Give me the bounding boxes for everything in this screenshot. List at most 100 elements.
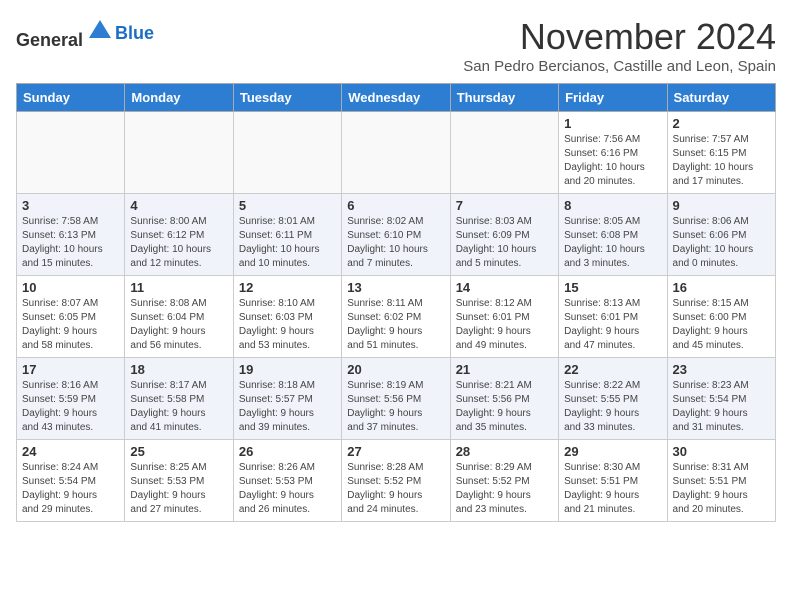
calendar-day-cell: 24 Sunrise: 8:24 AM Sunset: 5:54 PM Dayli… [17,440,125,522]
calendar-day-cell: 26 Sunrise: 8:26 AM Sunset: 5:53 PM Dayli… [233,440,341,522]
day-number: 4 [130,198,227,213]
weekday-header-friday: Friday [559,84,667,112]
day-number: 24 [22,444,119,459]
logo: General Blue [16,16,154,51]
day-info: Sunrise: 8:02 AM Sunset: 6:10 PM Dayligh… [347,215,444,271]
calendar-day-cell: 4Sunrise: 8:00 AM Sunset: 6:12 PM Daylig… [125,194,233,276]
calendar-day-cell: 11 Sunrise: 8:08 AM Sunset: 6:04 PM Dayli… [125,276,233,358]
day-number: 15 [564,280,661,295]
day-number: 27 [347,444,444,459]
calendar-day-cell: 20 Sunrise: 8:19 AM Sunset: 5:56 PM Dayli… [342,358,450,440]
calendar-day-cell: 13 Sunrise: 8:11 AM Sunset: 6:02 PM Dayli… [342,276,450,358]
day-number: 29 [564,444,661,459]
calendar-day-cell [17,112,125,194]
day-info: Sunrise: 8:24 AM Sunset: 5:54 PM Dayligh… [22,461,119,517]
day-number: 6 [347,198,444,213]
calendar-day-cell [450,112,558,194]
calendar-day-cell: 17 Sunrise: 8:16 AM Sunset: 5:59 PM Dayli… [17,358,125,440]
page-header: General Blue November 2024 San Pedro Ber… [16,16,776,75]
calendar-day-cell: 27 Sunrise: 8:28 AM Sunset: 5:52 PM Dayli… [342,440,450,522]
day-number: 28 [456,444,553,459]
day-info: Sunrise: 8:29 AM Sunset: 5:52 PM Dayligh… [456,461,553,517]
day-number: 7 [456,198,553,213]
day-number: 5 [239,198,336,213]
calendar-day-cell [233,112,341,194]
day-number: 13 [347,280,444,295]
day-number: 2 [673,116,770,131]
day-number: 18 [130,362,227,377]
calendar-day-cell: 5 Sunrise: 8:01 AM Sunset: 6:11 PM Daylig… [233,194,341,276]
calendar-header-row: SundayMondayTuesdayWednesdayThursdayFrid… [17,84,776,112]
weekday-header-monday: Monday [125,84,233,112]
day-number: 11 [130,280,227,295]
day-number: 25 [130,444,227,459]
day-info: Sunrise: 8:06 AM Sunset: 6:06 PM Dayligh… [673,215,770,271]
day-number: 20 [347,362,444,377]
day-number: 17 [22,362,119,377]
day-number: 3 [22,198,119,213]
day-number: 22 [564,362,661,377]
calendar-day-cell: 9 Sunrise: 8:06 AM Sunset: 6:06 PM Daylig… [667,194,775,276]
day-info: Sunrise: 8:18 AM Sunset: 5:57 PM Dayligh… [239,379,336,435]
calendar-week-row: 24 Sunrise: 8:24 AM Sunset: 5:54 PM Dayli… [17,440,776,522]
logo-blue-text: Blue [115,23,154,43]
day-info: Sunrise: 8:28 AM Sunset: 5:52 PM Dayligh… [347,461,444,517]
day-info: Sunrise: 8:03 AM Sunset: 6:09 PM Dayligh… [456,215,553,271]
day-info: Sunrise: 8:22 AM Sunset: 5:55 PM Dayligh… [564,379,661,435]
day-info: Sunrise: 7:56 AM Sunset: 6:16 PM Dayligh… [564,133,661,189]
day-info: Sunrise: 8:16 AM Sunset: 5:59 PM Dayligh… [22,379,119,435]
day-number: 10 [22,280,119,295]
day-number: 30 [673,444,770,459]
day-number: 1 [564,116,661,131]
day-number: 26 [239,444,336,459]
calendar-week-row: 3 Sunrise: 7:58 AM Sunset: 6:13 PM Daylig… [17,194,776,276]
calendar-day-cell: 22 Sunrise: 8:22 AM Sunset: 5:55 PM Dayli… [559,358,667,440]
day-info: Sunrise: 8:21 AM Sunset: 5:56 PM Dayligh… [456,379,553,435]
day-info: Sunrise: 8:19 AM Sunset: 5:56 PM Dayligh… [347,379,444,435]
calendar-day-cell: 7 Sunrise: 8:03 AM Sunset: 6:09 PM Daylig… [450,194,558,276]
day-info: Sunrise: 8:12 AM Sunset: 6:01 PM Dayligh… [456,297,553,353]
month-title: November 2024 [463,16,776,58]
calendar-day-cell: 21Sunrise: 8:21 AM Sunset: 5:56 PM Dayli… [450,358,558,440]
calendar-day-cell: 3 Sunrise: 7:58 AM Sunset: 6:13 PM Daylig… [17,194,125,276]
day-number: 8 [564,198,661,213]
calendar-day-cell [342,112,450,194]
calendar-day-cell: 12Sunrise: 8:10 AM Sunset: 6:03 PM Dayli… [233,276,341,358]
calendar-day-cell: 25Sunrise: 8:25 AM Sunset: 5:53 PM Dayli… [125,440,233,522]
title-block: November 2024 San Pedro Bercianos, Casti… [463,16,776,75]
day-info: Sunrise: 8:15 AM Sunset: 6:00 PM Dayligh… [673,297,770,353]
calendar-day-cell: 16Sunrise: 8:15 AM Sunset: 6:00 PM Dayli… [667,276,775,358]
weekday-header-sunday: Sunday [17,84,125,112]
calendar-week-row: 17 Sunrise: 8:16 AM Sunset: 5:59 PM Dayli… [17,358,776,440]
calendar-day-cell: 14Sunrise: 8:12 AM Sunset: 6:01 PM Dayli… [450,276,558,358]
day-info: Sunrise: 8:11 AM Sunset: 6:02 PM Dayligh… [347,297,444,353]
calendar-day-cell: 19 Sunrise: 8:18 AM Sunset: 5:57 PM Dayli… [233,358,341,440]
day-info: Sunrise: 7:58 AM Sunset: 6:13 PM Dayligh… [22,215,119,271]
day-info: Sunrise: 8:17 AM Sunset: 5:58 PM Dayligh… [130,379,227,435]
day-info: Sunrise: 8:08 AM Sunset: 6:04 PM Dayligh… [130,297,227,353]
calendar-day-cell: 23Sunrise: 8:23 AM Sunset: 5:54 PM Dayli… [667,358,775,440]
day-number: 19 [239,362,336,377]
calendar-day-cell: 10 Sunrise: 8:07 AM Sunset: 6:05 PM Dayli… [17,276,125,358]
calendar-day-cell: 15 Sunrise: 8:13 AM Sunset: 6:01 PM Dayli… [559,276,667,358]
calendar-week-row: 10 Sunrise: 8:07 AM Sunset: 6:05 PM Dayli… [17,276,776,358]
calendar-day-cell: 6 Sunrise: 8:02 AM Sunset: 6:10 PM Daylig… [342,194,450,276]
calendar-day-cell: 2 Sunrise: 7:57 AM Sunset: 6:15 PM Daylig… [667,112,775,194]
logo-icon [85,16,115,46]
location-subtitle: San Pedro Bercianos, Castille and Leon, … [463,58,776,75]
day-info: Sunrise: 8:13 AM Sunset: 6:01 PM Dayligh… [564,297,661,353]
day-info: Sunrise: 7:57 AM Sunset: 6:15 PM Dayligh… [673,133,770,189]
calendar-day-cell: 8Sunrise: 8:05 AM Sunset: 6:08 PM Daylig… [559,194,667,276]
calendar-week-row: 1 Sunrise: 7:56 AM Sunset: 6:16 PM Daylig… [17,112,776,194]
day-number: 9 [673,198,770,213]
calendar-day-cell: 28 Sunrise: 8:29 AM Sunset: 5:52 PM Dayli… [450,440,558,522]
day-info: Sunrise: 8:30 AM Sunset: 5:51 PM Dayligh… [564,461,661,517]
day-info: Sunrise: 8:01 AM Sunset: 6:11 PM Dayligh… [239,215,336,271]
logo-general-text: General [16,30,83,50]
weekday-header-tuesday: Tuesday [233,84,341,112]
weekday-header-saturday: Saturday [667,84,775,112]
calendar-day-cell: 29 Sunrise: 8:30 AM Sunset: 5:51 PM Dayli… [559,440,667,522]
calendar-day-cell [125,112,233,194]
day-info: Sunrise: 8:07 AM Sunset: 6:05 PM Dayligh… [22,297,119,353]
day-info: Sunrise: 8:26 AM Sunset: 5:53 PM Dayligh… [239,461,336,517]
